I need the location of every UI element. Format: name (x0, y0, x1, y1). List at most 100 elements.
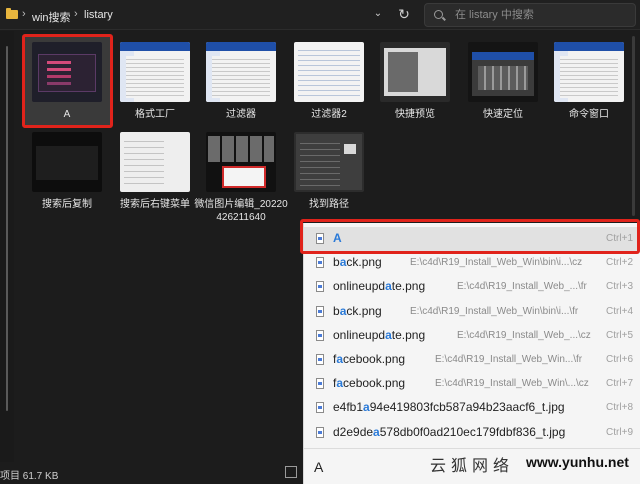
result-item[interactable]: facebook.png E:\c4d\R19_Install_Web_Win\.… (304, 372, 640, 396)
result-name-part: 578db0f0ad210ec179fdbf836_t.jpg (379, 424, 566, 439)
result-name-part: te.png (391, 327, 426, 342)
result-name-part: cebook.png (343, 352, 406, 366)
file-label: 过滤器2 (311, 109, 347, 120)
result-path: E:\c4d\R19_Install_Web_Win\...\cz (435, 378, 589, 390)
highlight-frame (300, 219, 640, 254)
result-item[interactable]: onlineupdate.png E:\c4d\R19_Install_Web_.… (304, 275, 640, 299)
result-item[interactable]: e4fb1a94e419803fcb587a94b23aacf6_t.jpg Ct… (304, 396, 640, 420)
main-scrollbar[interactable] (632, 36, 635, 216)
chevron-right-icon: › (74, 8, 78, 20)
file-item[interactable]: 过滤器 (198, 36, 284, 128)
result-name: onlineupdate.png (333, 279, 425, 293)
result-name-part: cebook.png (343, 376, 406, 391)
result-name: e4fb1a94e419803fcb587a94b23aacf6_t.jpg (333, 400, 565, 414)
search-box[interactable] (424, 3, 636, 27)
status-text: 项目 61.7 KB (0, 471, 59, 482)
file-thumbnail (120, 132, 190, 192)
file-thumbnail (32, 132, 102, 192)
nav-scrollbar[interactable] (6, 46, 8, 411)
result-match: a (373, 424, 380, 439)
file-item[interactable]: 搜索后复制 (24, 126, 110, 218)
highlight-frame (22, 34, 113, 128)
file-item[interactable]: 快速定位 (460, 36, 546, 128)
file-label: 快捷预览 (395, 109, 435, 120)
file-icon (316, 257, 324, 269)
result-match: a (385, 327, 392, 342)
file-icon (316, 354, 324, 365)
result-shortcut: Ctrl+6 (606, 354, 633, 365)
file-icon (316, 378, 324, 390)
chevron-right-icon: › (22, 8, 26, 20)
watermark: 云狐网络 www.yunhu.net (430, 450, 640, 480)
result-name-part: ck.png (346, 303, 382, 318)
file-thumbnail (468, 42, 538, 102)
result-name: facebook.png (333, 376, 405, 390)
file-icon (316, 305, 324, 317)
file-label: 快速定位 (483, 109, 523, 120)
file-item[interactable]: 快捷预览 (372, 36, 458, 128)
refresh-icon[interactable]: ↻ (395, 5, 413, 23)
file-item[interactable]: 搜索后右键菜单 (112, 126, 198, 218)
result-name: d2e9dea578db0f0ad210ec179fdbf836_t.jpg (333, 425, 565, 439)
result-name: back.png (333, 304, 382, 318)
file-icon (316, 281, 324, 293)
address-bar: › win搜索 › listary ⌄ ↻ (0, 0, 640, 30)
result-item[interactable]: onlineupdate.png E:\c4d\R19_Install_Web_.… (304, 324, 640, 348)
result-name-part: b (333, 303, 340, 318)
file-label: 搜索后复制 (42, 199, 92, 210)
result-name-part: ck.png (346, 255, 382, 270)
file-icon (316, 426, 324, 438)
result-item[interactable]: back.png E:\c4d\R19_Install_Web_Win\bin\i… (304, 251, 640, 275)
file-thumbnail (206, 42, 276, 102)
result-name-part: e4fb1 (333, 400, 364, 415)
file-label: 过滤器 (226, 109, 256, 120)
watermark-url: www.yunhu.net (526, 454, 629, 470)
file-thumbnail (554, 42, 624, 102)
file-thumbnail (120, 42, 190, 102)
result-name-part: 94e419803fcb587a94b23aacf6_t.jpg (369, 400, 565, 415)
file-thumbnail (206, 132, 276, 192)
folder-icon (6, 8, 18, 19)
file-item[interactable]: 找到路径 (286, 126, 372, 218)
file-item[interactable]: 命令窗口 (546, 36, 632, 128)
result-name-part: onlineupd (333, 327, 386, 342)
listary-popup: A Ctrl+1 back.png E:\c4d\R19_Install_Web_Wi… (303, 223, 640, 484)
result-name-part: d2e9de (333, 424, 374, 439)
result-match: a (363, 400, 370, 415)
file-label: 搜索后右键菜单 (120, 199, 190, 210)
breadcrumb-item[interactable]: win搜索 (32, 9, 71, 25)
result-shortcut: Ctrl+9 (606, 426, 633, 438)
file-label: 命令窗口 (569, 109, 609, 120)
result-name-part: onlineupd (333, 279, 386, 294)
watermark-text: 云狐网络 (430, 456, 515, 475)
result-shortcut: Ctrl+2 (606, 257, 633, 269)
file-label: 微信图片编辑_20220426211640 (194, 199, 288, 223)
result-name: back.png (333, 255, 382, 269)
result-name-part: te.png (391, 279, 426, 294)
view-toggle-icon[interactable] (285, 466, 297, 478)
result-shortcut: Ctrl+7 (606, 378, 633, 390)
result-name-part: b (333, 255, 340, 270)
result-shortcut: Ctrl+5 (606, 329, 633, 341)
result-name: onlineupdate.png (333, 328, 425, 342)
result-shortcut: Ctrl+4 (606, 305, 633, 317)
result-path: E:\c4d\R19_Install_Web_Win...\fr (435, 354, 583, 365)
file-thumbnail (294, 132, 364, 192)
search-icon (434, 10, 443, 19)
file-icon (316, 329, 324, 341)
result-item[interactable]: d2e9dea578db0f0ad210ec179fdbf836_t.jpg Ct… (304, 421, 640, 445)
result-item[interactable]: back.png E:\c4d\R19_Install_Web_Win\bin\i… (304, 300, 640, 324)
listary-query[interactable]: A (314, 459, 323, 475)
result-shortcut: Ctrl+8 (606, 402, 633, 414)
file-item[interactable]: 微信图片编辑_20220426211640 (194, 126, 288, 223)
file-item[interactable]: 过滤器2 (286, 36, 372, 128)
search-input[interactable] (455, 6, 625, 24)
chevron-down-icon[interactable]: ⌄ (370, 6, 386, 22)
breadcrumb-item[interactable]: listary (84, 9, 113, 21)
file-thumbnail (294, 42, 364, 102)
result-shortcut: Ctrl+3 (606, 281, 633, 293)
result-item[interactable]: facebook.png E:\c4d\R19_Install_Web_Win..… (304, 348, 640, 372)
result-path: E:\c4d\R19_Install_Web_Win\bin\i...\fr (410, 305, 579, 317)
file-item[interactable]: 格式工厂 (112, 36, 198, 128)
result-path: E:\c4d\R19_Install_Web_...\fr (457, 281, 587, 293)
